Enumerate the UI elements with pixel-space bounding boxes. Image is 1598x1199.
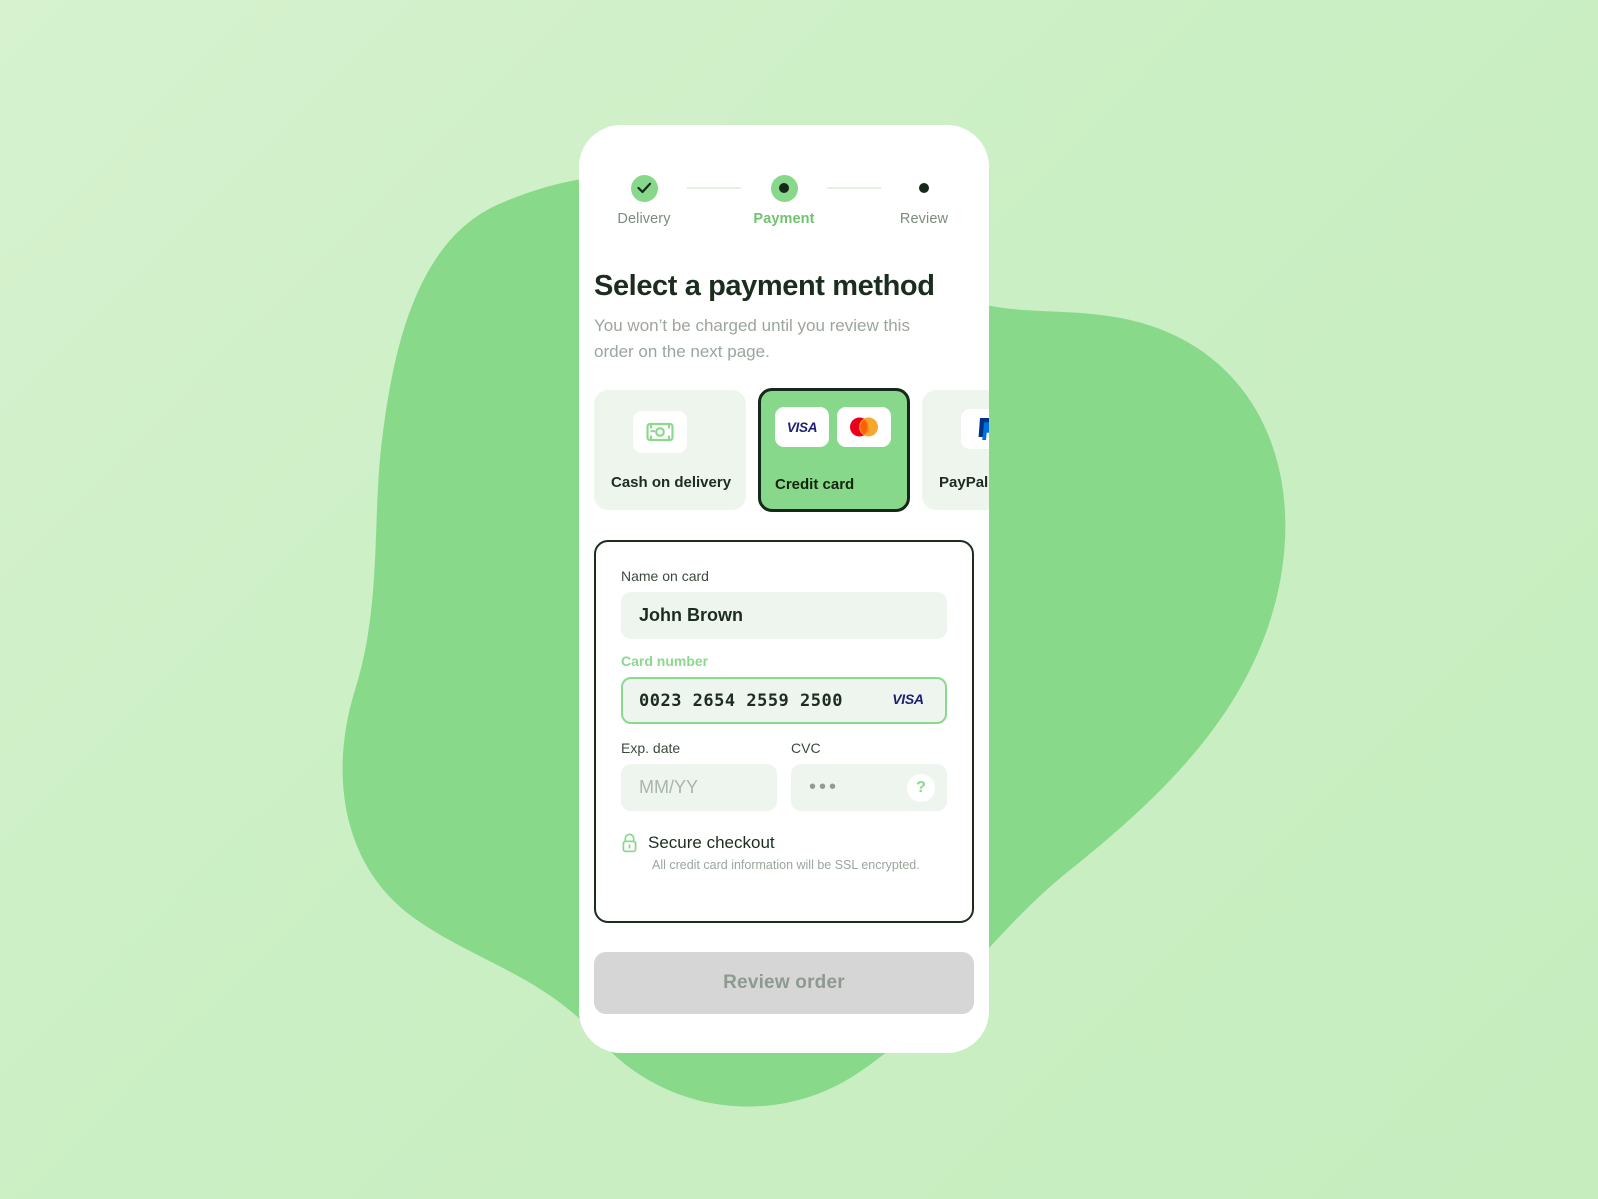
page-subtitle: You won’t be charged until you review th… — [594, 316, 910, 361]
card-number-field: Card number 0023 2654 2559 2500 VISA — [621, 653, 947, 724]
visa-tile: VISA — [775, 407, 829, 447]
payment-method-selector: Cash on delivery VISA Credit card PayPal — [594, 388, 989, 514]
stepper-step-review[interactable]: Review — [881, 173, 967, 227]
secure-checkout-note: All credit card information will be SSL … — [652, 858, 920, 872]
mastercard-logo — [850, 417, 878, 437]
payment-method-label-paypal: PayPal — [939, 474, 989, 491]
card-number-value: 0023 2654 2559 2500 — [639, 690, 843, 711]
visa-brand-icon: VISA — [887, 691, 929, 711]
payment-method-label-credit-card: Credit card — [775, 476, 855, 493]
credit-card-form: Name on card John Brown Card number 0023… — [594, 540, 974, 923]
svg-text:VISA: VISA — [892, 691, 924, 706]
small-dot-icon — [919, 183, 929, 193]
visa-logo: VISA — [892, 691, 924, 707]
cvc-field: CVC ••• ? — [791, 740, 947, 811]
lock-icon — [622, 833, 637, 853]
payment-method-cash-on-delivery[interactable]: Cash on delivery — [594, 390, 746, 510]
stepper-step-delivery[interactable]: Delivery — [601, 173, 687, 227]
check-icon — [636, 182, 651, 194]
page-title: Select a payment method — [594, 270, 935, 302]
card-number-label: Card number — [621, 653, 709, 669]
banknote-tile — [633, 411, 687, 453]
cvc-input[interactable]: ••• ? — [791, 764, 947, 811]
exp-date-label: Exp. date — [621, 740, 681, 756]
stepper-label-delivery: Delivery — [617, 211, 671, 227]
paypal-tile — [961, 409, 989, 449]
cash-logo-row — [611, 409, 729, 453]
app-screen: Delivery Payment Review Select a payment… — [579, 125, 989, 1053]
stepper-payment-indicator — [770, 173, 798, 203]
cvc-placeholder: ••• — [809, 776, 840, 798]
checkout-stepper: Delivery Payment Review — [579, 173, 989, 227]
card-number-input[interactable]: 0023 2654 2559 2500 VISA — [621, 677, 947, 724]
filled-dot-icon — [779, 183, 789, 193]
exp-date-input[interactable]: MM/YY — [621, 764, 777, 811]
question-mark-icon[interactable]: ? — [907, 773, 935, 802]
visa-logo: VISA — [787, 420, 818, 434]
stepper-review-circle — [911, 175, 938, 202]
review-order-button[interactable]: Review order — [594, 952, 974, 1014]
exp-date-placeholder: MM/YY — [639, 777, 699, 797]
stepper-label-payment: Payment — [753, 211, 815, 227]
stepper-connector-2 — [827, 187, 881, 189]
exp-date-field: Exp. date MM/YY — [621, 740, 777, 811]
stepper-delivery-circle — [630, 174, 658, 202]
card-logo-row: VISA — [775, 407, 893, 447]
payment-method-credit-card[interactable]: VISA Credit card — [758, 388, 910, 512]
exp-cvc-row: Exp. date MM/YY CVC ••• ? — [621, 740, 947, 811]
cvc-label: CVC — [791, 740, 821, 756]
svg-text:VISA: VISA — [787, 420, 817, 434]
secure-checkout-row: Secure checkout — [621, 833, 947, 853]
secure-checkout-section: Secure checkout All credit card informat… — [621, 833, 947, 872]
paypal-logo-row — [939, 409, 989, 449]
paypal-logo — [978, 418, 989, 440]
payment-method-paypal[interactable]: PayPal — [922, 390, 989, 510]
stepper-review-indicator — [911, 173, 938, 203]
mastercard-tile — [837, 407, 891, 447]
payment-method-label-cash: Cash on delivery — [611, 474, 732, 491]
stepper-payment-circle — [770, 174, 798, 202]
banknote-icon — [646, 422, 674, 442]
stepper-delivery-indicator — [630, 173, 658, 203]
phone-mockup-frame: Delivery Payment Review Select a payment… — [579, 125, 989, 1053]
name-on-card-label: Name on card — [621, 568, 709, 584]
name-on-card-input[interactable]: John Brown — [621, 592, 947, 639]
name-on-card-field: Name on card John Brown — [621, 568, 947, 639]
secure-checkout-title: Secure checkout — [648, 833, 775, 852]
stepper-connector-1 — [687, 187, 741, 189]
stepper-label-review: Review — [899, 211, 949, 227]
stepper-step-payment[interactable]: Payment — [741, 173, 827, 227]
name-on-card-value: John Brown — [639, 605, 743, 625]
